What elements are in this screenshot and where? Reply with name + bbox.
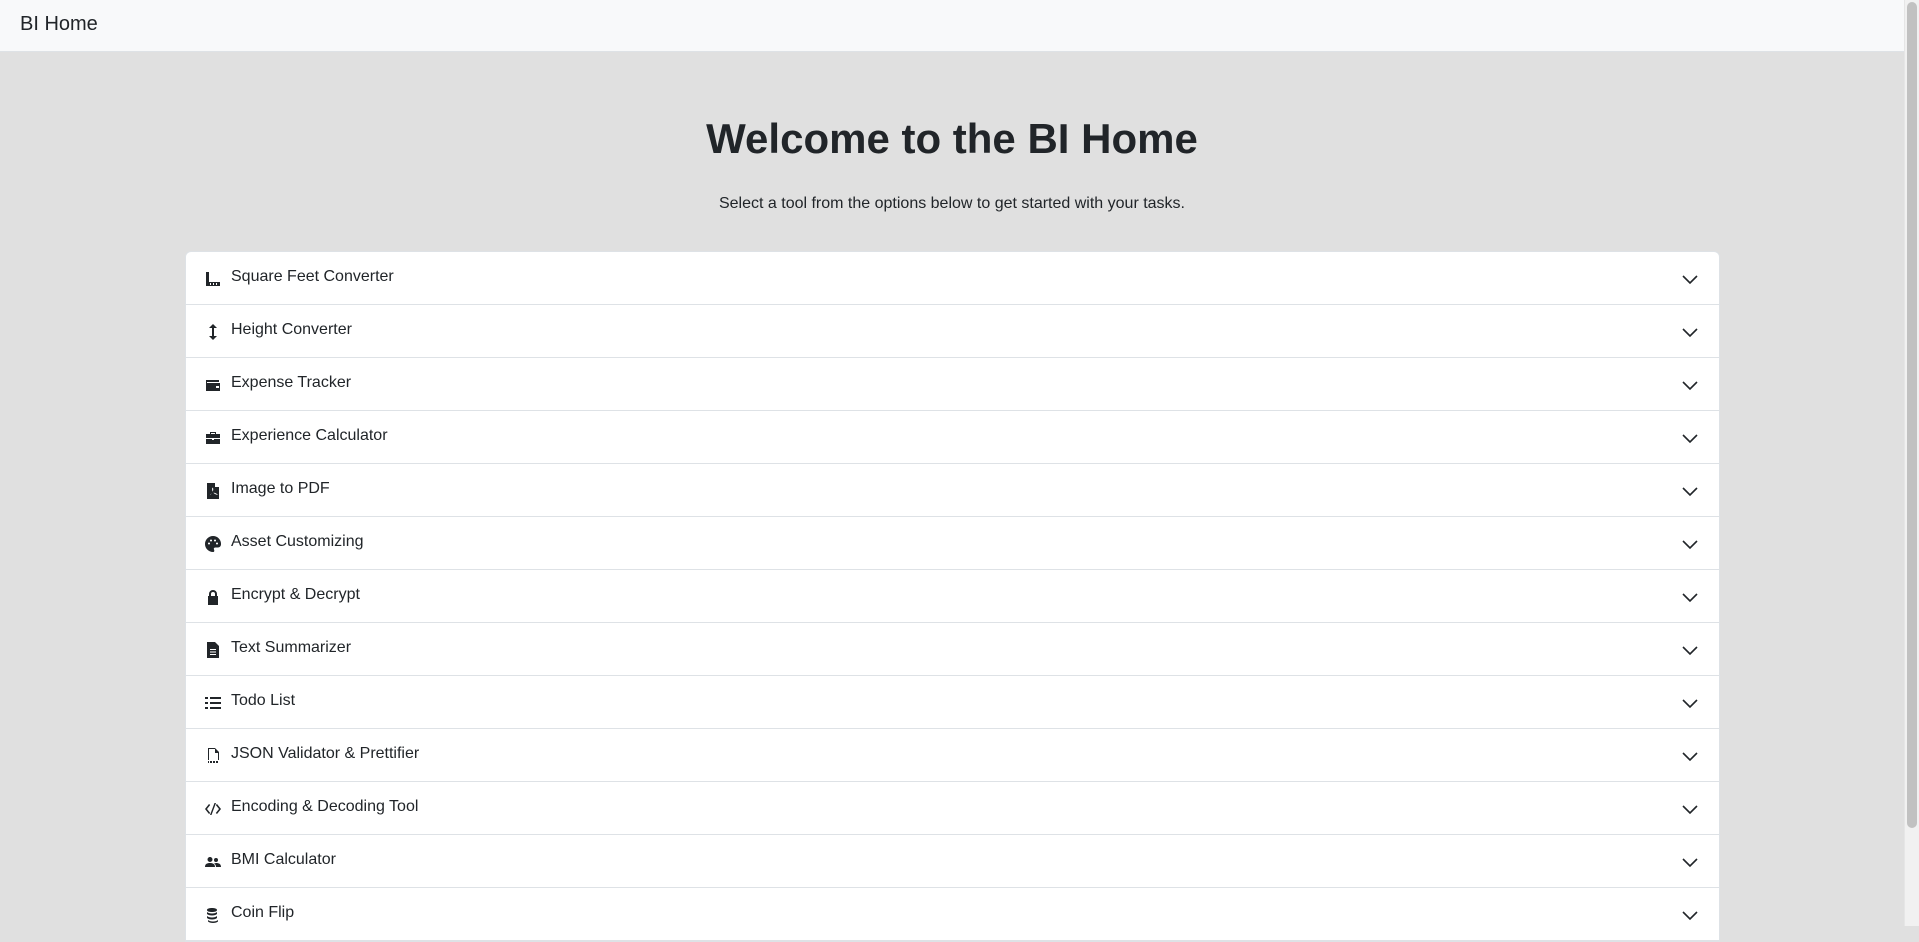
list-icon [204,694,222,712]
brand-link[interactable]: BI Home [20,13,98,36]
coins-icon [204,906,222,924]
wallet-icon [204,376,222,394]
accordion-item-label: Experience Calculator [231,427,388,444]
accordion-item-label: BMI Calculator [231,851,336,868]
accordion-item-asset-customizing[interactable]: Asset Customizing [186,517,1719,570]
chevron-down-icon [1681,906,1699,924]
chevron-down-icon [1681,800,1699,818]
chevron-down-icon [1681,747,1699,765]
top-navbar: BI Home [0,0,1904,52]
accordion-item-todo-list[interactable]: Todo List [186,676,1719,729]
accordion-item-label: Text Summarizer [231,639,352,656]
lock-icon [204,588,222,606]
vertical-scrollbar[interactable] [1904,0,1919,926]
accordion-item-expense-tracker[interactable]: Expense Tracker [186,358,1719,411]
briefcase-icon [204,429,222,447]
chevron-down-icon [1681,535,1699,553]
chevron-down-icon [1681,694,1699,712]
accordion-item-json-validator[interactable]: JSON Validator & Prettifier [186,729,1719,782]
ruler-icon [204,270,222,288]
accordion-item-coin-flip[interactable]: Coin Flip [186,888,1719,941]
file-text-icon [204,641,222,659]
chevron-down-icon [1681,376,1699,394]
file-pdf-icon [204,482,222,500]
accordion-item-label: Asset Customizing [231,533,364,550]
file-json-icon [204,747,222,765]
chevron-down-icon [1681,270,1699,288]
page-subtitle: Select a tool from the options below to … [718,195,1185,212]
tools-accordion: Square Feet Converter Height Converter E… [185,251,1720,942]
palette-icon [204,535,222,553]
chevron-down-icon [1681,853,1699,871]
accordion-item-label: Expense Tracker [231,374,352,391]
accordion-item-height-converter[interactable]: Height Converter [186,305,1719,358]
accordion-item-bmi-calculator[interactable]: BMI Calculator [186,835,1719,888]
chevron-down-icon [1681,429,1699,447]
accordion-item-text-summarizer[interactable]: Text Summarizer [186,623,1719,676]
users-icon [204,853,222,871]
code-icon [204,800,222,818]
accordion-item-label: Encrypt & Decrypt [231,586,360,603]
accordion-item-image-to-pdf[interactable]: Image to PDF [186,464,1719,517]
accordion-item-experience-calculator[interactable]: Experience Calculator [186,411,1719,464]
accordion-item-encoding-decoding-tool[interactable]: Encoding & Decoding Tool [186,782,1719,835]
arrows-vertical-icon [204,323,222,341]
accordion-item-label: Square Feet Converter [231,268,394,285]
main-content: Welcome to the BI Home Select a tool fro… [0,52,1904,942]
page-title: Welcome to the BI Home [706,115,1198,162]
accordion-item-label: Coin Flip [231,904,295,921]
accordion-item-label: Todo List [231,692,296,709]
chevron-down-icon [1681,482,1699,500]
accordion-item-label: JSON Validator & Prettifier [231,745,420,762]
accordion-item-label: Image to PDF [231,480,330,497]
scrollbar-thumb[interactable] [1907,2,1917,828]
chevron-down-icon [1681,641,1699,659]
accordion-item-label: Encoding & Decoding Tool [231,798,419,815]
accordion-item-encrypt-decrypt[interactable]: Encrypt & Decrypt [186,570,1719,623]
chevron-down-icon [1681,588,1699,606]
accordion-item-label: Height Converter [231,321,352,338]
chevron-down-icon [1681,323,1699,341]
accordion-item-square-feet-converter[interactable]: Square Feet Converter [186,252,1719,305]
